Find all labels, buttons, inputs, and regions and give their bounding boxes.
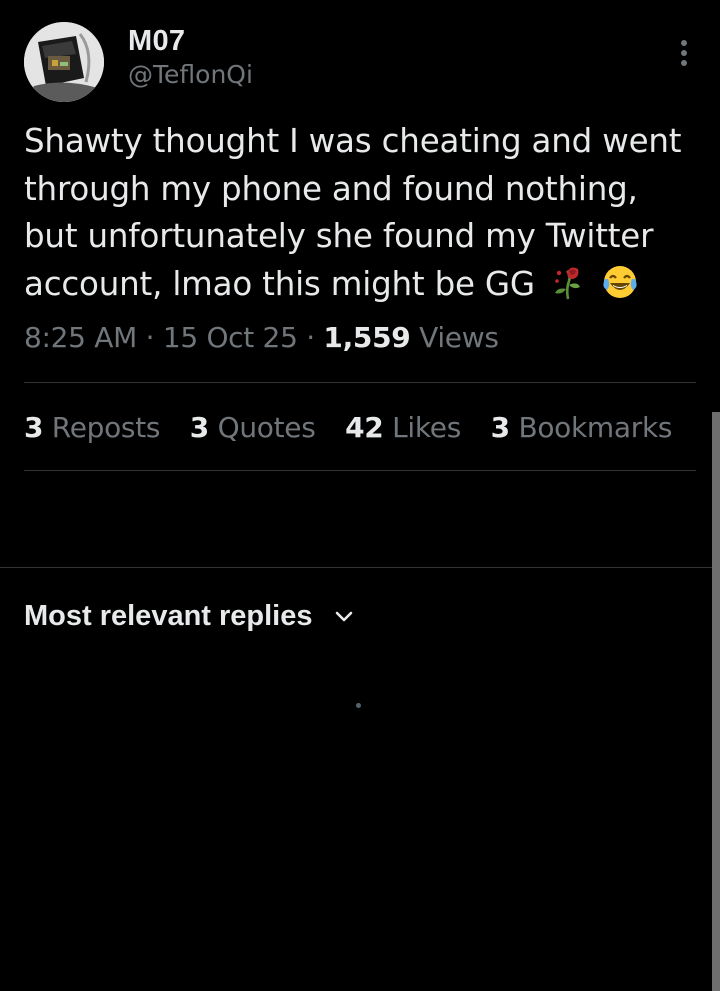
wilted-flower-icon bbox=[549, 263, 587, 301]
more-dot-icon bbox=[681, 60, 687, 66]
face-with-tears-of-joy-icon bbox=[601, 263, 639, 301]
tweet-text: Shawty thought I was cheating and went t… bbox=[24, 118, 699, 308]
profile-photo-icon bbox=[24, 22, 104, 102]
author-names: M07 @TeflonQi bbox=[128, 24, 253, 92]
scrollbar[interactable] bbox=[712, 412, 720, 991]
more-dot-icon bbox=[681, 40, 687, 46]
more-options-button[interactable] bbox=[672, 36, 696, 72]
avatar[interactable] bbox=[24, 22, 104, 102]
tweet-meta: 8:25 AM · 15 Oct 25 · 1,559 Views bbox=[24, 318, 499, 358]
quotes-stat[interactable]: 3 Quotes bbox=[190, 406, 316, 450]
meta-separator: · bbox=[297, 321, 324, 354]
divider bbox=[24, 470, 696, 471]
more-dot-icon bbox=[681, 50, 687, 56]
tweet-header: M07 @TeflonQi bbox=[24, 22, 696, 102]
replies-sort-label: Most relevant replies bbox=[24, 600, 313, 632]
meta-separator: · bbox=[137, 321, 163, 354]
bookmarks-stat[interactable]: 3 Bookmarks bbox=[491, 406, 673, 450]
views-count[interactable]: 1,559 bbox=[323, 321, 410, 354]
loading-indicator bbox=[356, 703, 361, 708]
author-display-name[interactable]: M07 bbox=[128, 24, 253, 58]
section-divider bbox=[0, 567, 720, 568]
chevron-down-icon bbox=[335, 611, 352, 622]
replies-sort-dropdown[interactable]: Most relevant replies bbox=[24, 596, 355, 636]
views-label[interactable]: Views bbox=[419, 321, 499, 354]
divider bbox=[24, 382, 696, 383]
tweet-date[interactable]: 15 Oct 25 bbox=[163, 321, 298, 354]
likes-stat[interactable]: 42 Likes bbox=[345, 406, 461, 450]
tweet-time[interactable]: 8:25 AM bbox=[24, 321, 137, 354]
engagement-stats: 3 Reposts 3 Quotes 42 Likes 3 Bookmarks bbox=[24, 406, 693, 450]
reposts-stat[interactable]: 3 Reposts bbox=[24, 406, 160, 450]
author-handle[interactable]: @TeflonQi bbox=[128, 58, 253, 92]
